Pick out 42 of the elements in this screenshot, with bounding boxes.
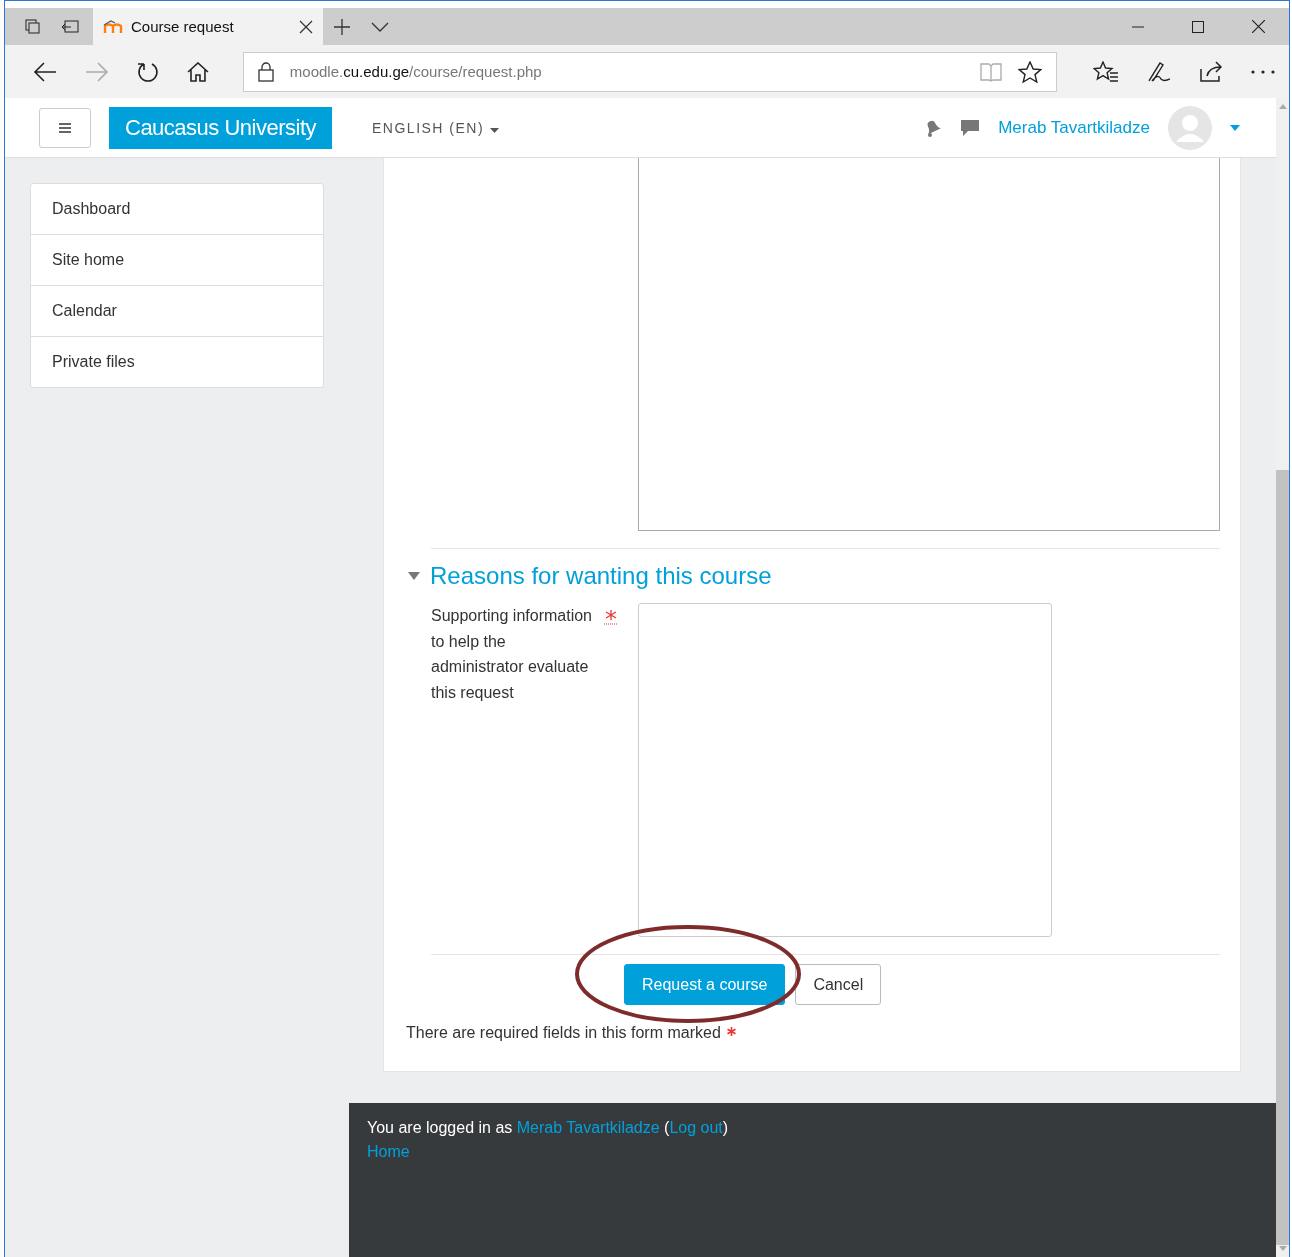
cancel-button[interactable]: Cancel — [795, 964, 882, 1005]
share-icon[interactable] — [1199, 60, 1224, 83]
sidebar-item[interactable]: Site home — [31, 235, 323, 286]
scrollbar-thumb[interactable] — [1276, 470, 1289, 1245]
caret-down-icon — [489, 127, 499, 133]
login-info-text: You are logged in as Merab Tavartkiladze (Log out) — [367, 1119, 730, 1137]
maximize-icon[interactable] — [1192, 20, 1204, 33]
sidebar-item[interactable]: Calendar — [31, 286, 323, 337]
required-note: There are required fields in this form marked — [406, 1024, 721, 1042]
scrollbar[interactable] — [1276, 98, 1289, 1257]
set-aside-tabs-icon[interactable] — [61, 19, 79, 34]
menu-button[interactable] — [39, 107, 91, 148]
more-icon[interactable] — [1251, 69, 1275, 74]
chevron-down-icon[interactable] — [371, 21, 389, 32]
menu-icon — [59, 122, 71, 133]
tab-list-icon[interactable] — [25, 18, 41, 35]
favorites-icon[interactable] — [1093, 60, 1120, 83]
sidebar-item[interactable]: Private files — [31, 337, 323, 387]
language-menu[interactable]: ENGLISH (EN) — [366, 118, 505, 137]
logout-link[interactable]: Log out — [669, 1119, 723, 1136]
back-arrow-icon[interactable] — [33, 61, 57, 82]
minimize-icon[interactable] — [1132, 25, 1144, 28]
new-tab-icon[interactable] — [333, 17, 351, 36]
field-label: Supporting information to help the administrator evaluate this request — [431, 606, 593, 703]
moodle-logo-icon — [103, 19, 123, 34]
close-tab-icon[interactable] — [299, 19, 313, 34]
home-icon[interactable] — [186, 61, 209, 82]
required-asterisk-icon — [726, 1027, 736, 1036]
close-icon[interactable] — [1252, 20, 1265, 33]
browser-tab[interactable]: Course request — [93, 8, 323, 45]
padlock-icon — [257, 61, 274, 82]
chat-bubble-icon[interactable] — [960, 118, 981, 137]
caret-down-icon[interactable] — [1230, 124, 1240, 131]
refresh-icon[interactable] — [136, 60, 159, 83]
user-profile-link[interactable]: Merab Tavartkiladze — [516, 1119, 660, 1136]
home-link[interactable]: Home — [367, 1143, 410, 1161]
pen-icon[interactable] — [1147, 60, 1172, 83]
address-bar[interactable]: moodle.cu.edu.ge/course/request.php — [242, 51, 1058, 92]
sidebar-item[interactable]: Dashboard — [31, 184, 323, 235]
url-text[interactable]: moodle.cu.edu.ge/course/request.php — [289, 63, 542, 80]
star-icon[interactable] — [1018, 60, 1043, 83]
collapse-caret-icon[interactable] — [408, 572, 420, 580]
